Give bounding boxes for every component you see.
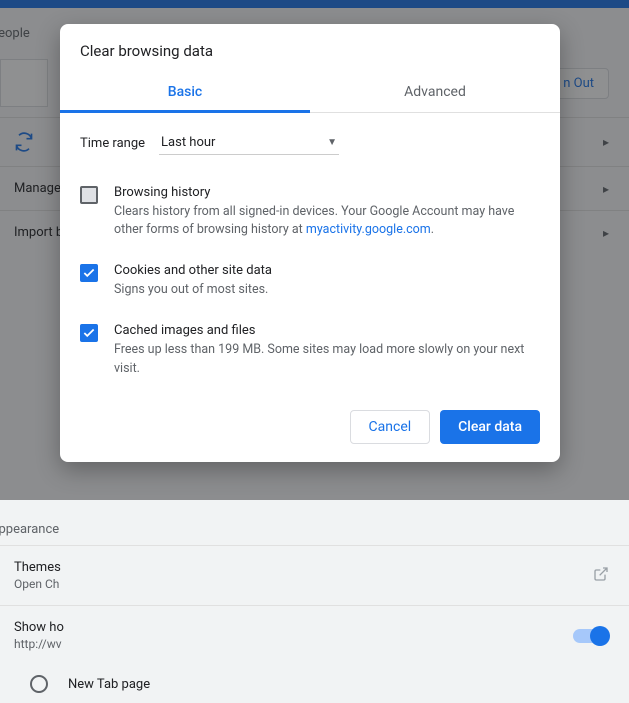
clear-items-list: Browsing history Clears history from all… — [60, 173, 560, 390]
myactivity-link[interactable]: myactivity.google.com — [306, 222, 431, 237]
item-title: Cookies and other site data — [114, 263, 540, 278]
new-tab-option[interactable]: New Tab page — [0, 665, 629, 703]
item-title: Cached images and files — [114, 323, 540, 338]
new-tab-label: New Tab page — [68, 677, 150, 692]
dialog-actions: Cancel Clear data — [60, 390, 560, 450]
checkbox-browsing-history[interactable] — [80, 186, 98, 204]
time-range-value: Last hour — [161, 135, 215, 150]
chevron-down-icon: ▼ — [327, 137, 337, 148]
clear-browsing-data-dialog: Clear browsing data Basic Advanced Time … — [60, 24, 560, 462]
themes-row[interactable]: Themes Open Ch — [0, 545, 629, 605]
themes-label: Themes — [14, 560, 61, 575]
radio-unchecked-icon[interactable] — [30, 675, 48, 693]
tab-advanced[interactable]: Advanced — [310, 72, 560, 112]
cancel-button[interactable]: Cancel — [350, 410, 431, 444]
time-range-label: Time range — [80, 136, 145, 151]
clear-data-button[interactable]: Clear data — [440, 410, 540, 444]
checkbox-cache[interactable] — [80, 324, 98, 342]
time-range-row: Time range Last hour ▼ — [60, 113, 560, 173]
external-link-icon — [593, 566, 609, 586]
show-home-row[interactable]: Show ho http://wv — [0, 605, 629, 665]
item-description: Clears history from all signed-in device… — [114, 203, 540, 239]
checkbox-cookies[interactable] — [80, 264, 98, 282]
dialog-title: Clear browsing data — [60, 24, 560, 72]
item-description: Signs you out of most sites. — [114, 281, 540, 299]
dialog-tabs: Basic Advanced — [60, 72, 560, 113]
show-home-sub: http://wv — [14, 637, 64, 651]
item-browsing-history: Browsing history Clears history from all… — [80, 173, 540, 251]
show-home-label: Show ho — [14, 620, 64, 635]
themes-sub: Open Ch — [14, 577, 61, 591]
time-range-select[interactable]: Last hour ▼ — [159, 131, 339, 155]
item-cache: Cached images and files Frees up less th… — [80, 311, 540, 389]
tab-basic[interactable]: Basic — [60, 72, 310, 112]
item-title: Browsing history — [114, 185, 540, 200]
item-description: Frees up less than 199 MB. Some sites ma… — [114, 341, 540, 377]
show-home-toggle[interactable] — [573, 629, 607, 643]
item-cookies: Cookies and other site data Signs you ou… — [80, 251, 540, 311]
section-appearance-title: Appearance — [0, 514, 629, 545]
